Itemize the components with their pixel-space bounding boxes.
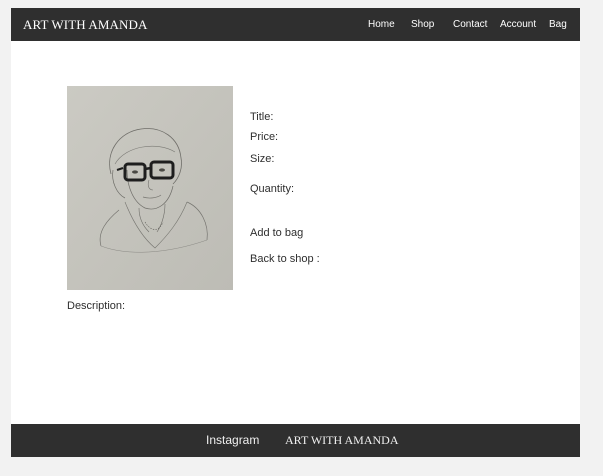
nav-contact-link[interactable]: Contact (453, 19, 487, 30)
page-scroll-edge (596, 0, 603, 476)
nav-home-link[interactable]: Home (368, 19, 395, 30)
add-to-bag-button[interactable]: Add to bag (250, 227, 303, 239)
product-image (67, 86, 233, 290)
nav-account-link[interactable]: Account (500, 19, 536, 30)
nav-bag-link[interactable]: Bag (549, 19, 567, 30)
product-title-label: Title: (250, 111, 274, 123)
product-size-label: Size: (250, 153, 275, 165)
product-description-label: Description: (67, 300, 126, 312)
page-container: ART WITH AMANDA Home Shop Contact Accoun… (11, 8, 580, 457)
brand-logo-link[interactable]: ART WITH AMANDA (23, 17, 147, 33)
footer-brand: ART WITH AMANDA (285, 433, 399, 447)
back-to-shop-link[interactable]: Back to shop : (250, 253, 320, 265)
product-price-label: Price: (250, 131, 279, 143)
product-quantity-label: Quantity: (250, 183, 295, 195)
nav-shop-link[interactable]: Shop (411, 19, 434, 30)
instagram-link[interactable]: Instagram (206, 433, 259, 447)
top-navbar: ART WITH AMANDA Home Shop Contact Accoun… (11, 8, 580, 41)
portrait-sketch-image (67, 86, 233, 290)
footer-bar: Instagram ART WITH AMANDA (11, 424, 580, 457)
